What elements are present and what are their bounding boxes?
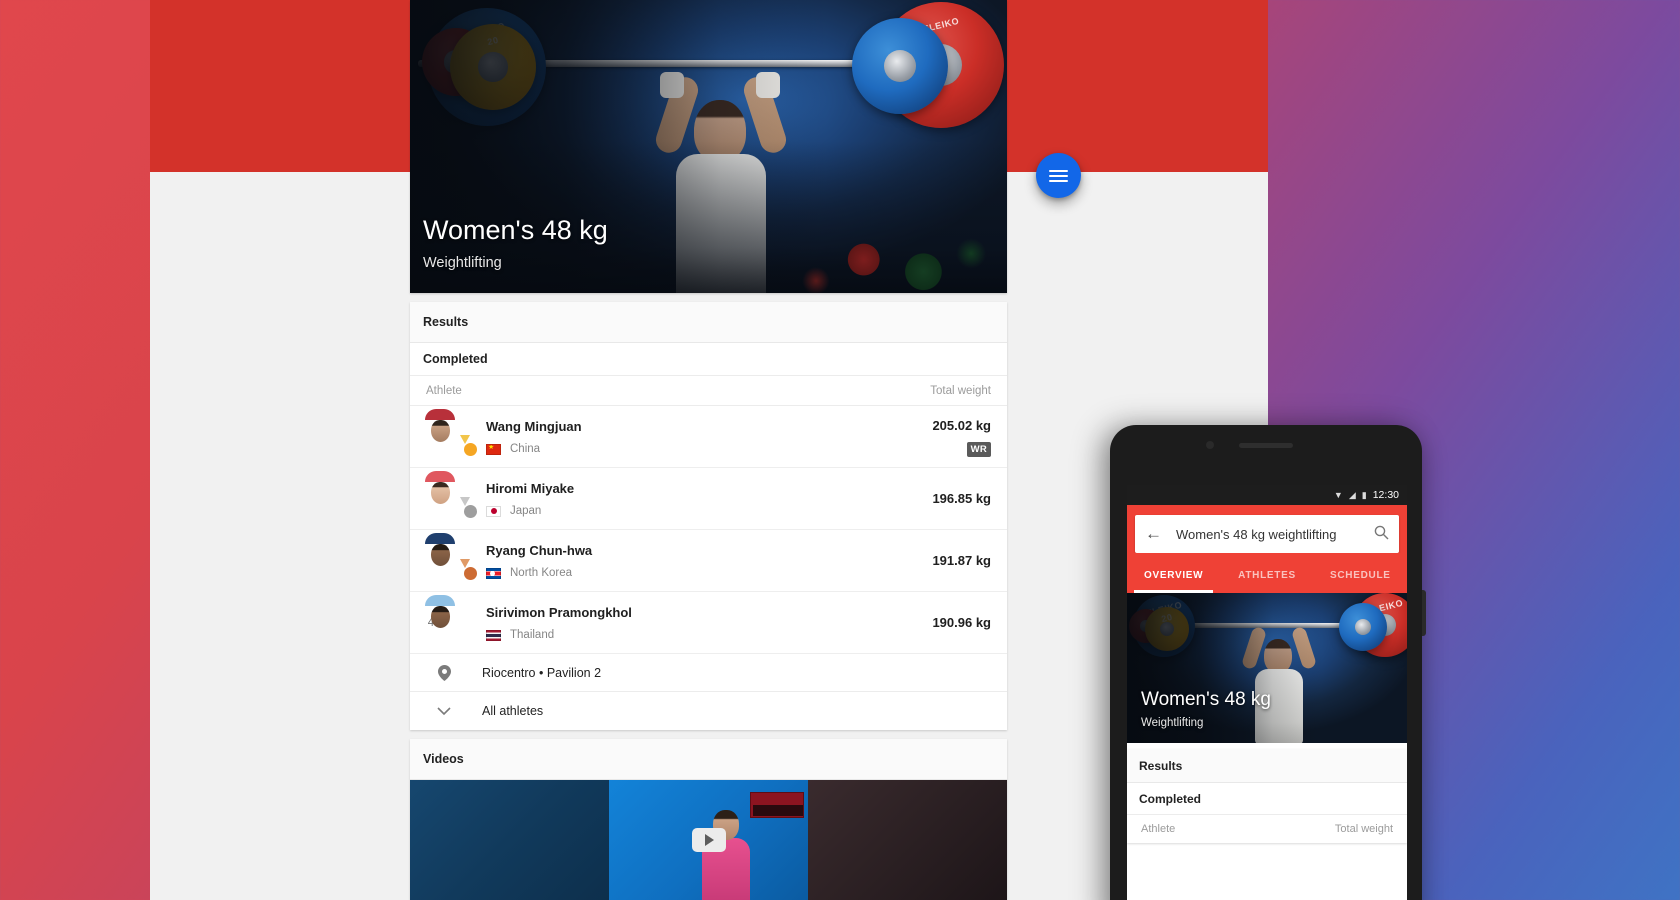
main-content-column: ELEIKO 20 ELEIKO Women's 48 kg Weightlif… (410, 0, 1007, 900)
table-row[interactable]: Hiromi Miyake Japan 196.85 kg (410, 468, 1007, 530)
china-flag-icon (486, 443, 501, 455)
result-column: 190.96 kg (932, 614, 991, 632)
tab-overview[interactable]: OVERVIEW (1127, 558, 1220, 593)
athlete-country: Japan (486, 505, 932, 517)
phone-status-bar: ▼ ◢ ▮ 12:30 (1127, 485, 1407, 505)
results-card-header: Results (410, 302, 1007, 343)
table-row[interactable]: Ryang Chun-hwa North Korea 191.87 kg (410, 530, 1007, 592)
phone-hero-title: Women's 48 kg (1141, 689, 1272, 710)
silver-medal-icon (460, 496, 478, 519)
location-pin-icon (426, 664, 462, 681)
wifi-icon: ▼ (1333, 489, 1343, 500)
athlete-info: Hiromi Miyake Japan (486, 480, 932, 517)
phone-app-bar: ← Women's 48 kg weightlifting (1127, 505, 1407, 553)
chevron-down-icon (426, 706, 462, 716)
total-weight-value: 190.96 kg (932, 614, 991, 630)
north-korea-flag-icon (486, 567, 501, 579)
results-card: Results Completed Athlete Total weight W… (410, 302, 1007, 730)
floating-action-button[interactable] (1036, 153, 1081, 198)
video-thumbnail[interactable] (808, 780, 1007, 900)
tab-athletes[interactable]: ATHLETES (1220, 558, 1313, 593)
avatar (425, 408, 478, 457)
all-athletes-label: All athletes (482, 704, 544, 718)
phone-power-button[interactable] (1422, 590, 1426, 636)
phone-hero-text-block: Women's 48 kg Weightlifting (1141, 689, 1271, 729)
athlete-name: Ryang Chun-hwa (486, 543, 593, 558)
all-athletes-row[interactable]: All athletes (410, 692, 1007, 730)
videos-thumbnail-strip (410, 780, 1007, 900)
status-bar-time: 12:30 (1372, 489, 1399, 501)
hero-subtitle: Weightlifting (423, 255, 502, 271)
country-label: China (510, 443, 541, 455)
athlete-name: Hiromi Miyake (486, 481, 575, 496)
result-column: 205.02 kg WR (932, 417, 991, 457)
table-row[interactable]: Wang Mingjuan China 205.02 kg WR (410, 406, 1007, 468)
status-badge: WR (966, 441, 991, 457)
play-button-icon[interactable] (691, 828, 726, 852)
phone-tab-bar: OVERVIEW ATHLETES SCHEDULE (1127, 553, 1407, 593)
battery-icon: ▮ (1361, 489, 1367, 500)
search-icon[interactable] (1374, 525, 1389, 544)
venue-row[interactable]: Riocentro • Pavilion 2 (410, 654, 1007, 692)
videos-card-header: Videos (410, 739, 1007, 780)
japan-flag-icon (486, 505, 501, 517)
avatar (425, 470, 478, 519)
column-header-total-weight: Total weight (930, 384, 991, 397)
phone-speaker (1239, 443, 1293, 448)
gold-medal-icon (460, 434, 478, 457)
athlete-country: North Korea (486, 567, 932, 579)
phone-results-status: Completed (1127, 783, 1407, 815)
phone-results-card: Results Completed Athlete Total weight (1127, 749, 1407, 843)
videos-card: Videos (410, 739, 1007, 900)
phone-results-header: Results (1127, 749, 1407, 783)
phone-mockup: ▼ ◢ ▮ 12:30 ← Women's 48 kg weightliftin… (1110, 425, 1426, 900)
results-status-section: Completed (410, 343, 1007, 376)
result-column: 196.85 kg (932, 490, 991, 508)
total-weight-value: 196.85 kg (932, 490, 991, 506)
total-weight-value: 191.87 kg (932, 552, 991, 568)
phone-column-header-total-weight: Total weight (1334, 823, 1393, 835)
search-input[interactable]: ← Women's 48 kg weightlifting (1135, 515, 1399, 553)
hero-title: Women's 48 kg (423, 214, 608, 245)
athlete-info: Sirivimon Pramongkhol Thailand (486, 604, 932, 641)
athlete-name: Wang Mingjuan (486, 419, 582, 434)
results-table-header: Athlete Total weight (410, 376, 1007, 406)
athlete-info: Ryang Chun-hwa North Korea (486, 542, 932, 579)
athlete-country: Thailand (486, 629, 932, 641)
phone-hero-banner: ELEIKO 20 ELEIKO Women's 48 kg Weightlif… (1127, 593, 1407, 743)
signal-icon: ◢ (1348, 489, 1356, 500)
result-column: 191.87 kg (932, 552, 991, 570)
country-label: Japan (510, 505, 542, 517)
video-thumbnail[interactable] (410, 780, 609, 900)
video-thumbnail[interactable] (609, 780, 808, 900)
tab-schedule[interactable]: SCHEDULE (1314, 558, 1407, 593)
phone-camera (1206, 441, 1214, 449)
column-header-athlete: Athlete (426, 384, 462, 397)
country-label: Thailand (510, 629, 555, 641)
athlete-country: China (486, 443, 932, 455)
avatar (425, 532, 478, 581)
total-weight-value: 205.02 kg (932, 417, 991, 433)
avatar (425, 594, 474, 640)
hero-banner: ELEIKO 20 ELEIKO Women's 48 kg Weightlif… (410, 0, 1007, 293)
athlete-name: Sirivimon Pramongkhol (486, 605, 632, 620)
phone-column-header-athlete: Athlete (1141, 823, 1176, 835)
phone-hero-subtitle: Weightlifting (1141, 717, 1204, 729)
venue-label: Riocentro • Pavilion 2 (482, 665, 602, 680)
hero-text-block: Women's 48 kg Weightlifting (423, 215, 608, 271)
thailand-flag-icon (486, 629, 501, 641)
athlete-info: Wang Mingjuan China (486, 418, 932, 455)
phone-results-table-header: Athlete Total weight (1127, 815, 1407, 843)
back-arrow-icon[interactable]: ← (1145, 524, 1162, 544)
country-label: North Korea (510, 567, 573, 579)
table-row[interactable]: 4 Sirivimon Pramongkhol Thailand 190.96 … (410, 592, 1007, 654)
menu-list-icon (1049, 167, 1068, 185)
search-query-text: Women's 48 kg weightlifting (1176, 526, 1337, 542)
bronze-medal-icon (460, 558, 478, 581)
phone-screen: ▼ ◢ ▮ 12:30 ← Women's 48 kg weightliftin… (1127, 485, 1407, 900)
